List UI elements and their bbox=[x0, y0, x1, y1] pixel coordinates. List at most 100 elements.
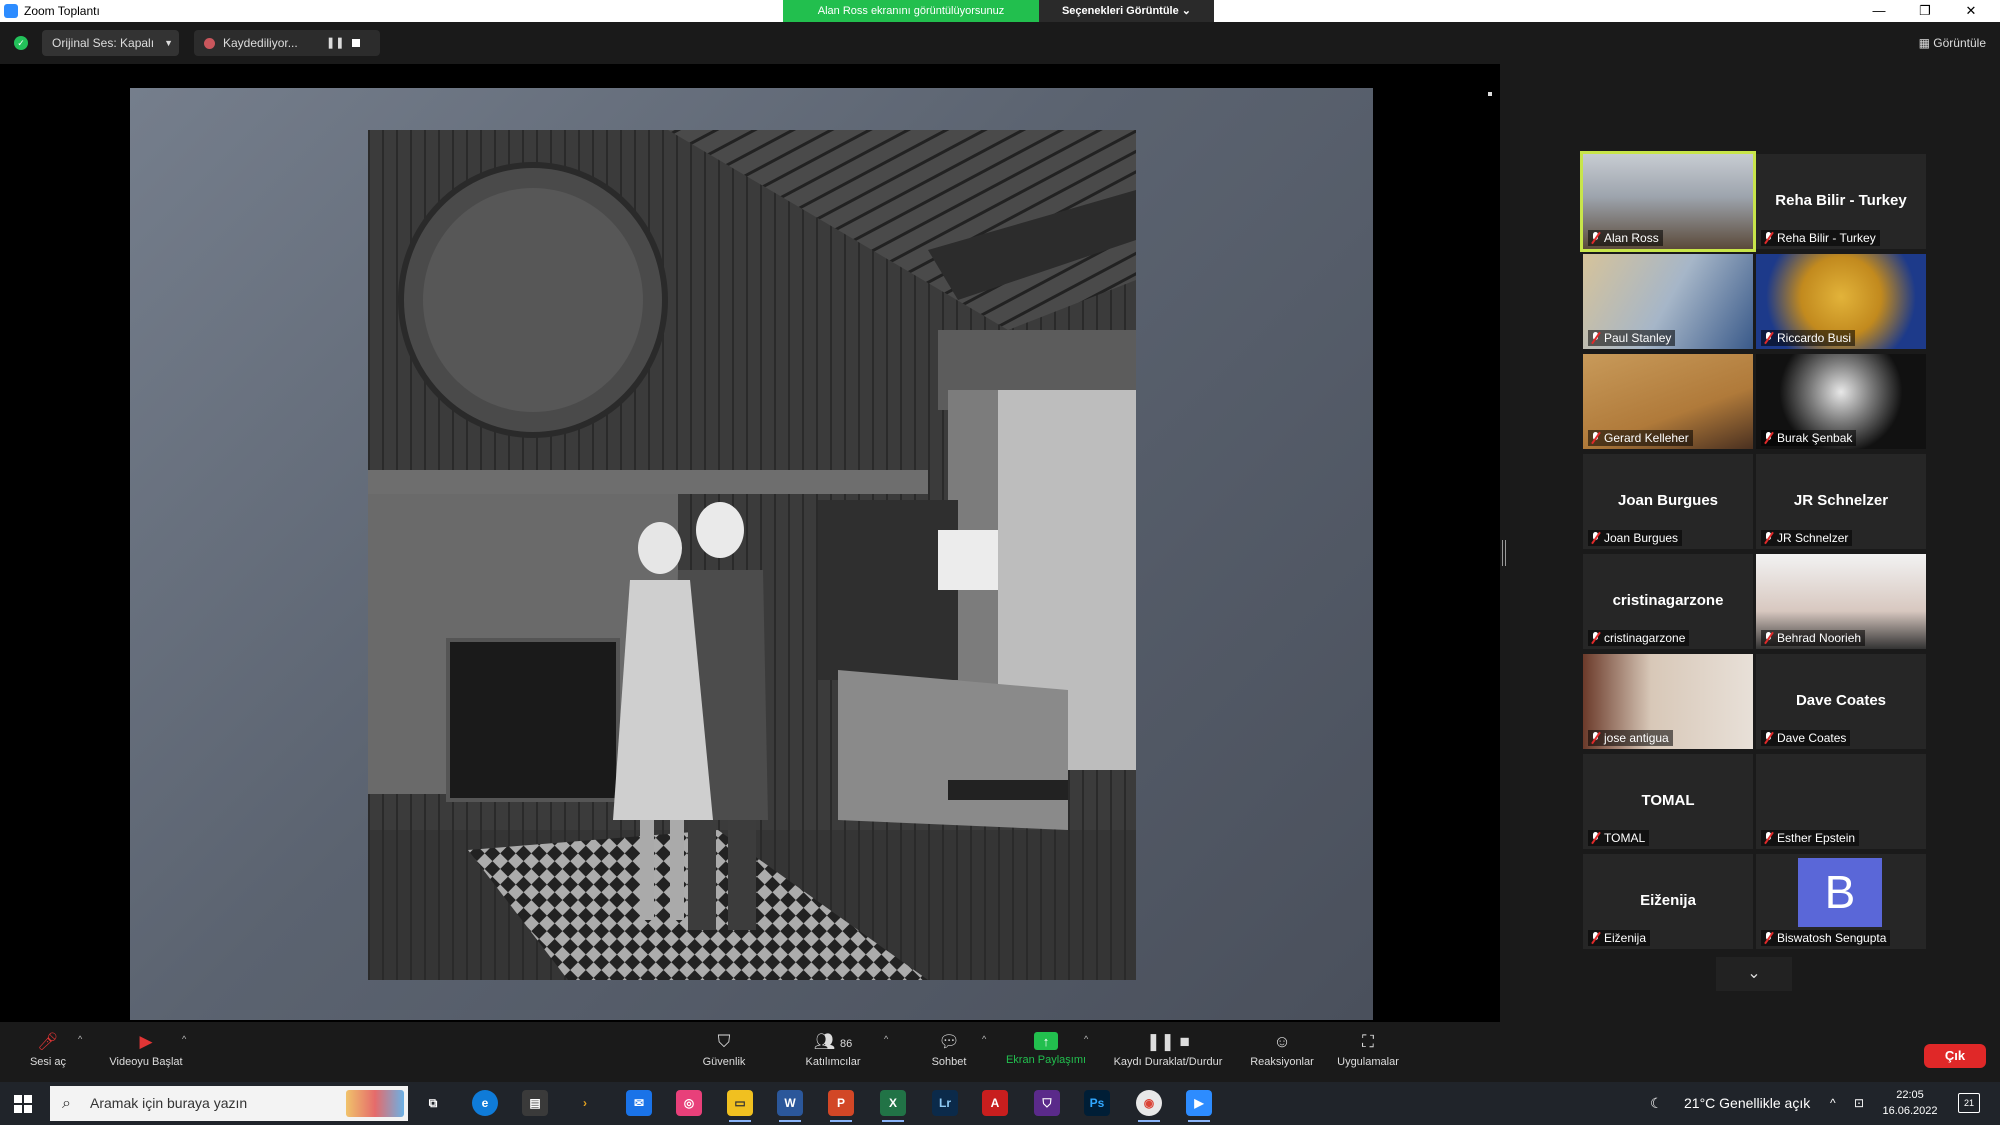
view-options-button[interactable]: Seçenekleri Görüntüle ⌄ bbox=[1039, 0, 1214, 22]
shared-screen-area bbox=[0, 64, 1500, 1022]
participant-display-name: Eiženija bbox=[1640, 892, 1696, 909]
participant-tile[interactable]: cristinagarzone cristinagarzone bbox=[1583, 554, 1753, 649]
participant-name-label: TOMAL bbox=[1588, 830, 1650, 846]
view-button[interactable]: ▦ Görüntüle bbox=[1919, 36, 1986, 50]
system-clock[interactable]: 22:05 16.06.2022 bbox=[1880, 1087, 1940, 1119]
participant-name: Joan Burgues bbox=[1604, 531, 1679, 545]
shared-slide bbox=[130, 88, 1373, 1020]
participant-tile[interactable]: Burak Şenbak bbox=[1756, 354, 1926, 449]
original-audio-toggle[interactable]: Orijinal Ses: Kapalı ▼ bbox=[42, 30, 179, 56]
chat-label: Sohbet bbox=[931, 1056, 967, 1068]
participants-icon: 👥︎ 86 bbox=[813, 1032, 853, 1051]
view-options-label: Seçenekleri Görüntüle bbox=[1061, 5, 1179, 17]
maximize-button[interactable]: ❐ bbox=[1902, 0, 1948, 22]
mic-muted-icon bbox=[1764, 532, 1773, 544]
minimize-button[interactable]: — bbox=[1856, 0, 1902, 22]
participant-name: Burak Şenbak bbox=[1777, 431, 1853, 445]
participant-tile[interactable]: Joan Burgues Joan Burgues bbox=[1583, 454, 1753, 549]
mic-muted-icon bbox=[1764, 732, 1773, 744]
mail-icon[interactable]: ✉ bbox=[626, 1090, 652, 1116]
clock-date: 16.06.2022 bbox=[1882, 1105, 1938, 1117]
recording-indicator: Kaydediliyor... ❚❚ bbox=[194, 30, 380, 56]
stop-recording-icon[interactable] bbox=[352, 39, 360, 47]
mic-muted-icon bbox=[1591, 232, 1600, 244]
notifications-icon[interactable]: 21 bbox=[1958, 1093, 1980, 1113]
splitter-handle[interactable] bbox=[1502, 540, 1506, 566]
participant-name: Esther Epstein bbox=[1777, 831, 1856, 845]
participant-tile[interactable]: jose antigua bbox=[1583, 654, 1753, 749]
apps-button[interactable]: ⛶ Uygulamalar bbox=[1330, 1022, 1406, 1082]
participant-tile[interactable]: Paul Stanley bbox=[1583, 254, 1753, 349]
mic-muted-icon bbox=[1591, 332, 1600, 344]
chevron-up-icon[interactable]: ^ bbox=[1084, 1034, 1088, 1044]
participant-name: JR Schnelzer bbox=[1777, 531, 1849, 545]
chevron-up-icon[interactable]: ^ bbox=[182, 1034, 186, 1044]
file-explorer-icon[interactable]: ▭ bbox=[727, 1090, 753, 1122]
chrome-icon[interactable]: ◉ bbox=[1136, 1090, 1162, 1122]
reactions-button[interactable]: ☺ Reaksiyonlar bbox=[1244, 1022, 1320, 1082]
share-screen-button[interactable]: ↑ Ekran Paylaşımı ^ bbox=[1000, 1022, 1092, 1082]
encryption-shield-icon[interactable]: ✓ bbox=[14, 36, 28, 50]
chevron-up-icon[interactable]: ^ bbox=[982, 1034, 986, 1044]
participant-tile[interactable]: JR Schnelzer JR Schnelzer bbox=[1756, 454, 1926, 549]
participant-tile[interactable]: Riccardo Busi bbox=[1756, 254, 1926, 349]
edge-browser-icon[interactable]: e bbox=[472, 1090, 498, 1116]
participant-tile[interactable]: Dave Coates Dave Coates bbox=[1756, 654, 1926, 749]
mic-muted-icon bbox=[1764, 832, 1773, 844]
participant-tile[interactable]: Gerard Kelleher bbox=[1583, 354, 1753, 449]
powerpoint-icon[interactable]: P bbox=[828, 1090, 854, 1122]
chat-button[interactable]: 💬︎ Sohbet ^ bbox=[922, 1022, 987, 1082]
participant-name: cristinagarzone bbox=[1604, 631, 1686, 645]
chevron-right-icon[interactable]: › bbox=[572, 1090, 598, 1116]
participants-button[interactable]: 👥︎ 86 Katılımcılar ^ bbox=[796, 1022, 888, 1082]
participant-name-label: Reha Bilir - Turkey bbox=[1761, 230, 1880, 246]
chevron-up-icon[interactable]: ^ bbox=[1830, 1082, 1836, 1125]
participant-tile[interactable]: Eiženija Eiženija bbox=[1583, 854, 1753, 949]
zoom-taskbar-icon[interactable]: ▶ bbox=[1186, 1090, 1212, 1122]
pause-recording-icon[interactable]: ❚❚ bbox=[326, 30, 344, 56]
mic-muted-icon bbox=[1764, 332, 1773, 344]
participant-tile[interactable]: Esther Epstein bbox=[1756, 754, 1926, 849]
network-icon[interactable]: ⊡ bbox=[1854, 1082, 1864, 1125]
participant-name-label: Dave Coates bbox=[1761, 730, 1851, 746]
word-icon[interactable]: W bbox=[777, 1090, 803, 1122]
share-screen-label: Ekran Paylaşımı bbox=[1005, 1054, 1087, 1066]
smiley-icon: ☺ bbox=[1273, 1032, 1291, 1051]
taskbar-search-input[interactable]: ⌕ Aramak için buraya yazın bbox=[50, 1086, 408, 1121]
security-button[interactable]: ⛉ Güvenlik bbox=[694, 1022, 754, 1082]
chevron-up-icon[interactable]: ^ bbox=[78, 1034, 82, 1044]
participant-name-label: cristinagarzone bbox=[1588, 630, 1690, 646]
participant-tile[interactable]: B Biswatosh Sengupta bbox=[1756, 854, 1926, 949]
participant-display-name: Dave Coates bbox=[1795, 692, 1887, 709]
leave-button[interactable]: Çık bbox=[1924, 1044, 1986, 1068]
participant-tile[interactable]: Alan Ross bbox=[1580, 151, 1756, 252]
start-video-button[interactable]: ▶︎ Videoyu Başlat ^ bbox=[98, 1022, 194, 1082]
participant-name: Paul Stanley bbox=[1604, 331, 1672, 345]
pause-stop-recording-button[interactable]: ❚❚ ■ Kaydı Duraklat/Durdur bbox=[1104, 1022, 1232, 1082]
chevron-up-icon[interactable]: ^ bbox=[884, 1034, 888, 1044]
weather-icon[interactable]: ☾ bbox=[1650, 1082, 1663, 1125]
excel-icon[interactable]: X bbox=[880, 1090, 906, 1122]
acrobat-icon[interactable]: A bbox=[982, 1090, 1008, 1116]
participant-display-name: TOMAL bbox=[1641, 792, 1695, 809]
unmute-button[interactable]: 🎤︎ Sesi aç ^ bbox=[18, 1022, 82, 1082]
participant-name: Eiženija bbox=[1604, 931, 1647, 945]
participant-tile[interactable]: Behrad Noorieh bbox=[1756, 554, 1926, 649]
video-off-icon: ▶︎ bbox=[139, 1032, 153, 1051]
participant-name-label: Burak Şenbak bbox=[1761, 430, 1857, 446]
recording-label: Kaydediliyor... bbox=[223, 36, 298, 50]
store-icon[interactable]: ▤ bbox=[522, 1090, 548, 1116]
participant-name: Riccardo Busi bbox=[1777, 331, 1852, 345]
weather-label[interactable]: 21°C Genellikle açık bbox=[1684, 1082, 1810, 1125]
close-window-button[interactable]: ✕ bbox=[1948, 0, 1994, 22]
photoshop-icon[interactable]: Ps bbox=[1084, 1090, 1110, 1116]
task-view-icon[interactable]: ⧉ bbox=[420, 1090, 446, 1116]
participant-tile[interactable]: TOMAL TOMAL bbox=[1583, 754, 1753, 849]
instagram-icon[interactable]: ◎ bbox=[676, 1090, 702, 1116]
participant-tile[interactable]: Reha Bilir - Turkey Reha Bilir - Turkey bbox=[1756, 154, 1926, 249]
security-label: Güvenlik bbox=[702, 1056, 746, 1068]
security-app-icon[interactable]: ⛉ bbox=[1034, 1090, 1060, 1116]
windows-start-icon[interactable] bbox=[14, 1095, 32, 1113]
gallery-next-page-button[interactable]: ⌄ bbox=[1716, 957, 1792, 991]
lightroom-icon[interactable]: Lr bbox=[932, 1090, 958, 1116]
